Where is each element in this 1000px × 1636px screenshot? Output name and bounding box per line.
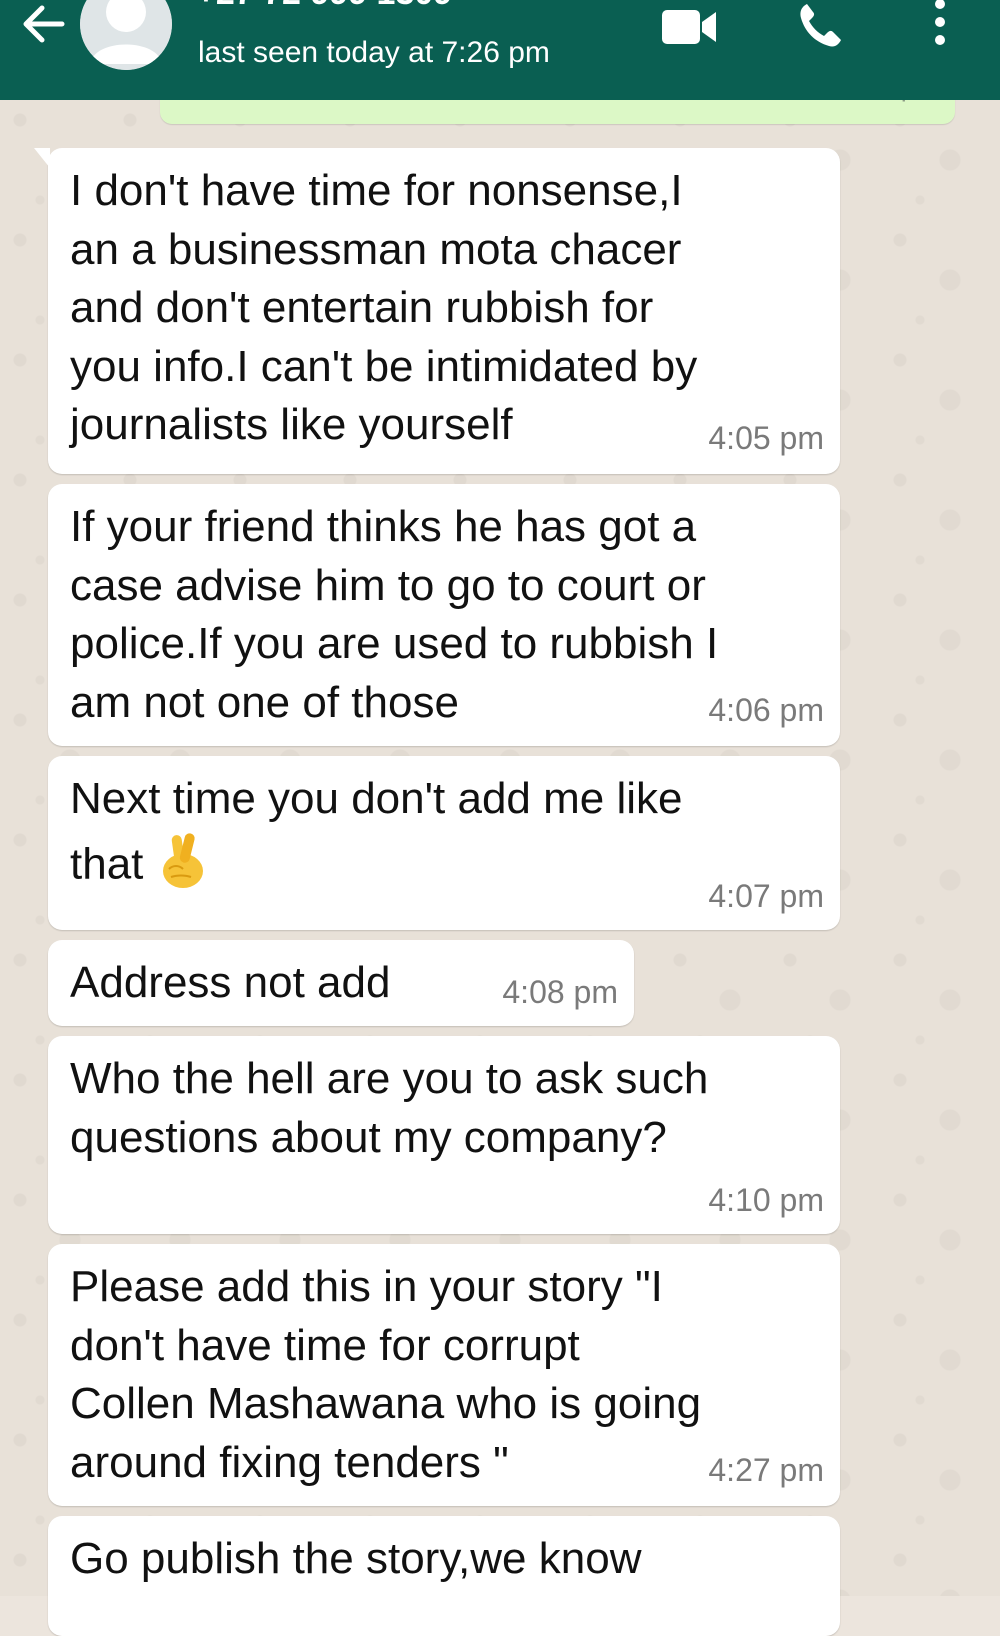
more-vertical-icon <box>935 0 945 45</box>
message-time: 4:27 pm <box>708 1452 824 1488</box>
video-camera-icon <box>662 10 716 44</box>
incoming-message-bubble[interactable]: Next time you don't add me like that 4:0… <box>48 756 840 930</box>
message-text: Who the hell are you to ask such questio… <box>70 1054 709 1162</box>
incoming-message-bubble[interactable]: Please add this in your story "I don't h… <box>48 1244 840 1506</box>
voice-call-button[interactable] <box>795 0 845 50</box>
last-seen-status: last seen today at 7:26 pm <box>198 36 550 69</box>
message-text: Address not add <box>70 958 391 1007</box>
message-text: Please add this in your story "I don't h… <box>70 1262 702 1487</box>
video-call-button[interactable] <box>660 4 720 50</box>
incoming-message-bubble[interactable]: I don't have time for nonsense,I an a bu… <box>34 148 840 474</box>
avatar[interactable] <box>80 0 172 70</box>
arrow-left-icon <box>23 5 65 43</box>
message-text: I don't have time for nonsense,I an a bu… <box>70 166 698 449</box>
crossed-fingers-icon <box>157 829 209 905</box>
message-time: 4:10 pm <box>708 1182 824 1218</box>
message-text: If your friend thinks he has got a case … <box>70 502 719 727</box>
incoming-message-bubble[interactable]: Who the hell are you to ask such questio… <box>48 1036 840 1234</box>
more-options-button[interactable] <box>925 0 955 50</box>
message-text: Next time you don't add me like that <box>70 770 682 904</box>
back-button[interactable] <box>18 0 68 50</box>
contact-name[interactable]: +27 72 999 1309 <box>196 0 452 13</box>
incoming-message-bubble[interactable]: Address not add 4:08 pm <box>48 940 634 1026</box>
bubble-tail <box>34 148 50 168</box>
message-time: 4:07 pm <box>708 878 824 914</box>
message-time: 4:08 pm <box>502 974 618 1010</box>
incoming-message-bubble[interactable]: If your friend thinks he has got a case … <box>48 484 840 746</box>
message-text: Go publish the story,we know <box>70 1534 642 1583</box>
default-avatar-icon <box>80 0 172 70</box>
message-time: 4:05 pm <box>708 420 824 456</box>
incoming-message-bubble[interactable]: Go publish the story,we know <box>48 1516 840 1636</box>
phone-icon <box>800 4 841 47</box>
chat-header: +27 72 999 1309 last seen today at 7:26 … <box>0 0 1000 100</box>
message-time: 4:06 pm <box>708 692 824 728</box>
